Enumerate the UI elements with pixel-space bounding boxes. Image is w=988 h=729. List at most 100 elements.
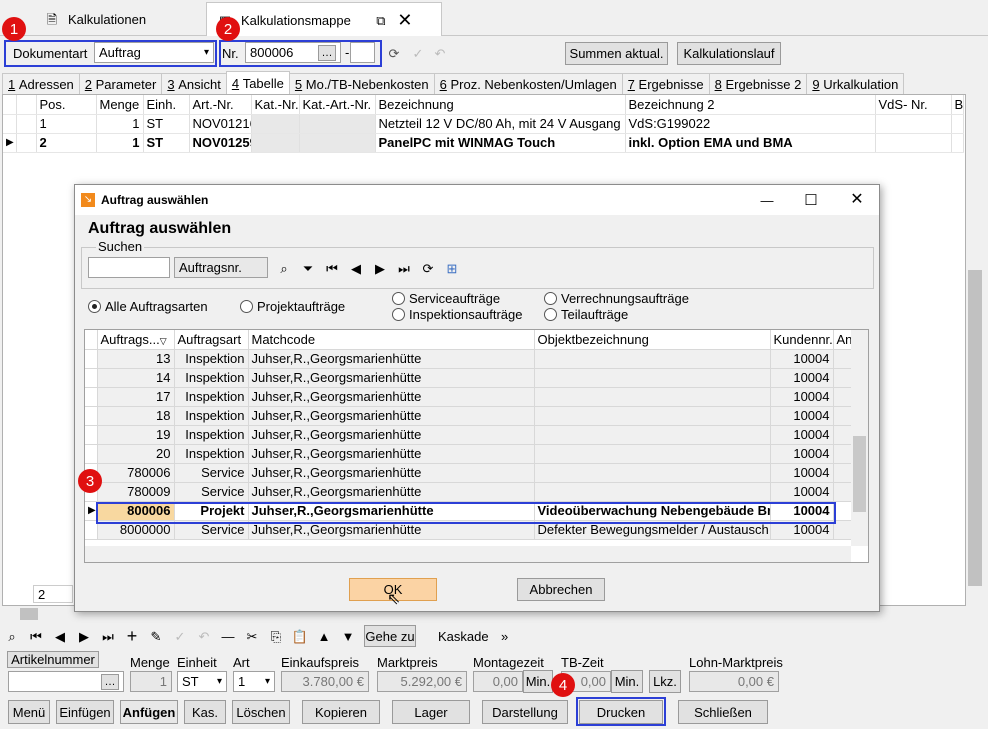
tab-parameter[interactable]: 2 Parameter [78, 73, 163, 94]
table-row[interactable]: 19 Inspektion Juhser,R.,Georgsmarienhütte 1… [85, 425, 852, 445]
col-header[interactable]: Menge [96, 95, 144, 115]
kalkulationslauf-button[interactable]: Kalkulationslauf [677, 42, 781, 65]
search-icon[interactable]: ⌕ [4, 628, 20, 644]
undo-icon[interactable]: ↶ [196, 628, 212, 644]
cell[interactable]: 17 [97, 387, 175, 407]
cell[interactable]: Inspektion [174, 349, 249, 369]
table-row[interactable]: ▶ 2 1 ST NOV01259 PanelPC mit WINMAG Tou… [3, 133, 964, 153]
cell[interactable] [951, 114, 964, 134]
cell[interactable] [534, 349, 771, 369]
cell[interactable]: 20 [97, 444, 175, 464]
col-header[interactable]: Matchcode [248, 330, 535, 350]
col-header[interactable]: Einh. [143, 95, 190, 115]
cell[interactable]: Juhser,R.,Georgsmarienhütte [248, 463, 535, 483]
tab-tabelle[interactable]: 4 Tabelle [225, 71, 290, 94]
col-header[interactable]: Auftragsart [174, 330, 249, 350]
kaskade-label[interactable]: Kaskade [438, 629, 489, 644]
col-header[interactable]: Anl [833, 330, 852, 350]
menge-input[interactable]: 1 [130, 671, 172, 692]
table-row[interactable]: 14 Inspektion Juhser,R.,Georgsmarienhütte 1… [85, 368, 852, 388]
artikelnummer-button[interactable]: Artikelnummer [7, 651, 99, 668]
last-record-icon[interactable]: ⏭ [396, 260, 412, 276]
table-row[interactable]: 17 Inspektion Juhser,R.,Georgsmarienhütte 1… [85, 387, 852, 407]
cell[interactable]: 10004 [770, 482, 834, 502]
refresh-icon[interactable]: ⟳ [420, 260, 436, 276]
cell[interactable]: Service [174, 482, 249, 502]
maximize-icon[interactable]: ☐ [803, 192, 819, 208]
cell[interactable]: 10004 [770, 387, 834, 407]
scrollbar-thumb[interactable] [853, 436, 866, 512]
last-record-icon[interactable]: ⏭ [100, 628, 116, 644]
tab-adressen[interactable]: 1 Adressen [2, 73, 80, 94]
lkz-button[interactable]: Lkz. [649, 670, 681, 693]
copy-icon[interactable]: ⎘ [268, 628, 284, 644]
remove-icon[interactable]: — [220, 628, 236, 644]
radio-inspektion[interactable]: Inspektionsaufträge [392, 307, 522, 322]
col-header[interactable]: Bl [951, 95, 964, 115]
col-header[interactable]: Auftrags...▽ [97, 330, 175, 350]
cell[interactable] [534, 387, 771, 407]
tab-proz-nebenkosten[interactable]: 6 Proz. Nebenkosten/Umlagen [433, 73, 623, 94]
radio-service[interactable]: Serviceaufträge [392, 291, 500, 306]
double-chevron-down-icon[interactable]: » [497, 628, 513, 644]
cell[interactable]: 780009 [97, 482, 175, 502]
cell[interactable]: Inspektion [174, 444, 249, 464]
ellipsis-button[interactable]: … [101, 673, 119, 690]
paste-icon[interactable]: 📋 [292, 628, 308, 644]
cell[interactable]: Inspektion [174, 406, 249, 426]
cell[interactable] [951, 133, 964, 153]
cell[interactable]: 10004 [770, 368, 834, 388]
cell[interactable]: Inspektion [174, 387, 249, 407]
abbrechen-button[interactable]: Abbrechen [517, 578, 605, 601]
popout-icon[interactable]: ⧉ [373, 12, 389, 28]
col-header[interactable]: VdS- Nr. [875, 95, 952, 115]
first-record-icon[interactable]: ⏮ [324, 260, 340, 276]
radio-projekt[interactable]: Projektaufträge [240, 299, 345, 314]
cell[interactable]: 10004 [770, 406, 834, 426]
artikelnummer-input[interactable]: … [8, 671, 124, 692]
col-header[interactable]: Kat.-Nr. [251, 95, 300, 115]
col-header[interactable]: Pos. [36, 95, 97, 115]
anfuegen-button[interactable]: Anfügen [120, 700, 178, 724]
cell[interactable]: 19 [97, 425, 175, 445]
darstellung-button[interactable]: Darstellung [482, 700, 568, 724]
cell[interactable]: Netzteil 12 V DC/80 Ah, mit 24 V Ausgang [375, 114, 626, 134]
next-icon[interactable]: ▶ [76, 628, 92, 644]
cell[interactable]: inkl. Option EMA und BMA [625, 133, 876, 153]
schliessen-button[interactable]: Schließen [678, 700, 768, 724]
col-header[interactable]: Kundennr. [770, 330, 834, 350]
cell[interactable]: Inspektion [174, 368, 249, 388]
cell[interactable]: Juhser,R.,Georgsmarienhütte [248, 368, 535, 388]
search-icon[interactable]: ⌕ [276, 260, 292, 276]
first-record-icon[interactable]: ⏮ [28, 628, 44, 644]
cut-icon[interactable]: ✂ [244, 628, 260, 644]
tab-urkalkulation[interactable]: 9 Urkalkulation [806, 73, 905, 94]
summen-aktual-button[interactable]: Summen aktual. [565, 42, 668, 65]
cell[interactable] [534, 463, 771, 483]
art-select[interactable]: 1 ▾ [233, 671, 275, 692]
cell[interactable] [299, 133, 376, 153]
search-input[interactable] [88, 257, 170, 278]
col-header[interactable]: Kat.-Art.-Nr. [299, 95, 376, 115]
cell[interactable]: PanelPC mit WINMAG Touch [375, 133, 626, 153]
cell[interactable] [534, 368, 771, 388]
radio-verrechnung[interactable]: Verrechnungsaufträge [544, 291, 689, 306]
cell[interactable]: Juhser,R.,Georgsmarienhütte [248, 425, 535, 445]
cell[interactable]: Juhser,R.,Georgsmarienhütte [248, 444, 535, 464]
tab-mo-tb-nebenkosten[interactable]: 5 Mo./TB-Nebenkosten [288, 73, 435, 94]
cell[interactable] [875, 133, 952, 153]
cell[interactable]: VdS:G199022 [625, 114, 876, 134]
previous-icon[interactable]: ◀ [348, 260, 364, 276]
close-icon[interactable]: ✕ [397, 11, 413, 29]
cell[interactable]: Juhser,R.,Georgsmarienhütte [248, 387, 535, 407]
gehe-zu-button[interactable]: Gehe zu [364, 625, 416, 647]
cell[interactable]: Juhser,R.,Georgsmarienhütte [248, 406, 535, 426]
marktpreis-input[interactable]: 5.292,00 € [377, 671, 467, 692]
loeschen-button[interactable]: Löschen [232, 700, 290, 724]
move-down-icon[interactable]: ▼ [340, 628, 356, 644]
radio-teil[interactable]: Teilaufträge [544, 307, 628, 322]
col-header[interactable]: Objektbezeichnung [534, 330, 771, 350]
cell[interactable]: 13 [97, 349, 175, 369]
cell[interactable] [299, 114, 376, 134]
cell[interactable]: 10004 [770, 349, 834, 369]
